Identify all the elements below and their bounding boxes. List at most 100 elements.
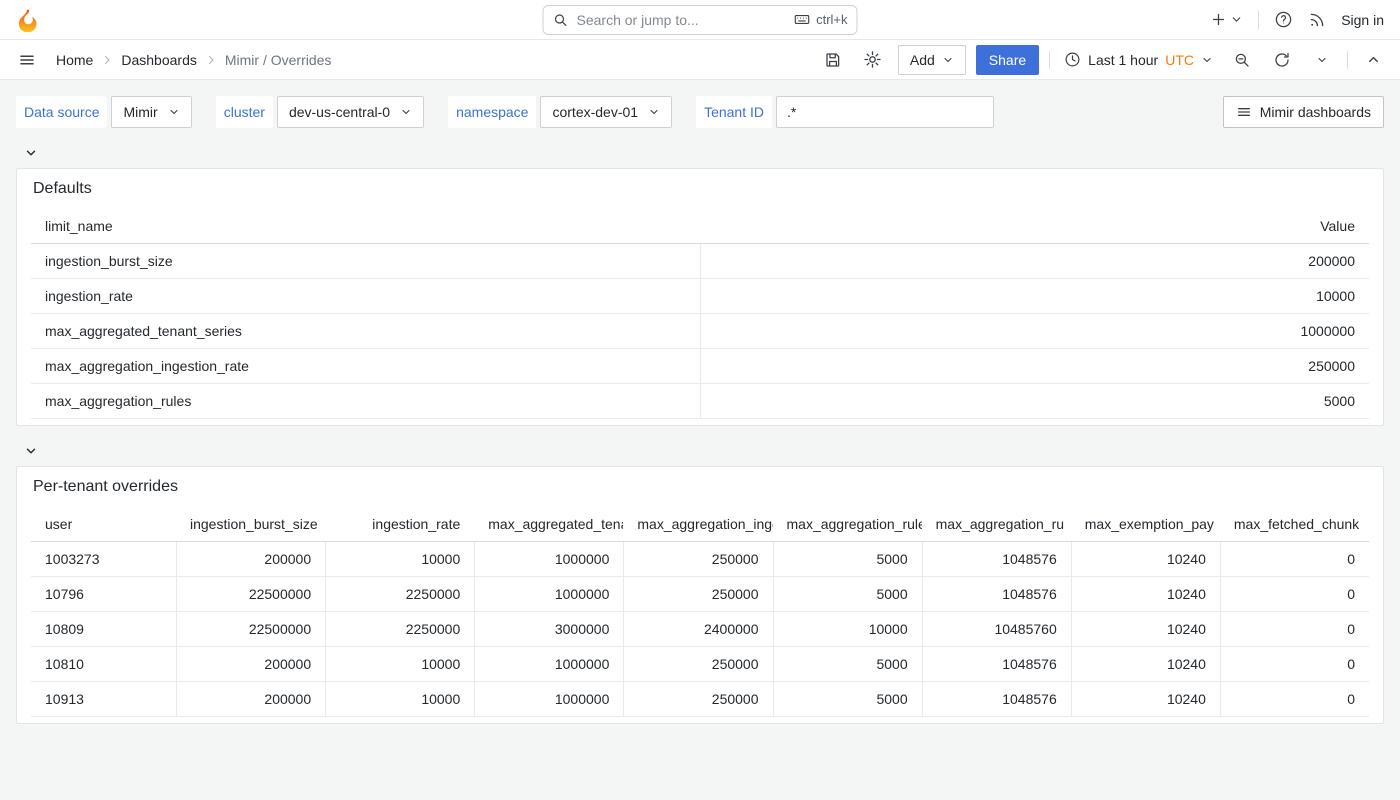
breadcrumb-dashboards[interactable]: Dashboards [121, 52, 197, 68]
dashboard-toolbar: Home Dashboards Mimir / Overrides Add Sh… [0, 40, 1400, 80]
table-cell: 1000000 [474, 577, 623, 611]
column-header-user[interactable]: user [31, 508, 176, 541]
tenant-id-input[interactable]: .* [776, 96, 994, 128]
table-cell: 0 [1220, 682, 1369, 716]
overrides-panel: Per-tenant overrides user ingestion_burs… [16, 466, 1384, 724]
table-row: max_aggregation_rules5000 [31, 384, 1369, 419]
overrides-table: user ingestion_burst_size ingestion_rate… [31, 508, 1369, 717]
menu-icon [18, 51, 36, 69]
table-cell: 3000000 [474, 612, 623, 646]
dashboard-variables-bar: Data source Mimir cluster dev-us-central… [16, 96, 1384, 128]
table-cell: 0 [1220, 542, 1369, 576]
cluster-select[interactable]: dev-us-central-0 [277, 96, 424, 128]
chevron-down-icon [24, 444, 38, 458]
news-rss-icon[interactable] [1308, 11, 1326, 29]
dashboard-settings-button[interactable] [858, 45, 888, 75]
chevron-down-icon [648, 106, 660, 118]
column-header-max-exemption-pay[interactable]: max_exemption_pay [1071, 508, 1220, 541]
refresh-interval-button[interactable] [1307, 45, 1337, 75]
chevron-down-icon [1201, 54, 1213, 66]
column-header-max-aggregated-tenant-series[interactable]: max_aggregated_tenant_series [474, 508, 623, 541]
table-cell: 1000000 [474, 647, 623, 681]
table-cell: 0 [1220, 577, 1369, 611]
table-cell: 5000 [773, 647, 922, 681]
save-dashboard-button[interactable] [818, 45, 848, 75]
time-range-label: Last 1 hour [1088, 52, 1158, 68]
column-header-max-aggregation-ingestion-rate[interactable]: max_aggregation_ingestion_rate [623, 508, 772, 541]
table-cell: 200000 [176, 647, 325, 681]
table-cell: 250000 [623, 682, 772, 716]
table-cell: 250000 [623, 577, 772, 611]
table-cell: 10000 [325, 542, 474, 576]
tenant-id-value: .* [787, 104, 796, 120]
panel-title[interactable]: Defaults [31, 176, 1369, 210]
time-zoom-out-button[interactable] [1227, 45, 1257, 75]
refresh-button[interactable] [1267, 45, 1297, 75]
column-header-limit-name[interactable]: limit_name [31, 210, 700, 243]
table-cell: max_aggregated_tenant_series [31, 314, 700, 348]
chevron-down-icon [24, 146, 38, 160]
table-cell: 2400000 [623, 612, 772, 646]
table-cell: 5000 [700, 384, 1369, 418]
mimir-dashboards-label: Mimir dashboards [1260, 104, 1371, 120]
table-cell: 10240 [1071, 542, 1220, 576]
table-row: ingestion_burst_size200000 [31, 244, 1369, 279]
table-cell: 1000000 [474, 542, 623, 576]
collapse-toolbar-button[interactable] [1358, 45, 1388, 75]
table-cell: 2250000 [325, 577, 474, 611]
chevron-down-icon [168, 106, 180, 118]
help-icon[interactable] [1274, 10, 1293, 29]
chevron-right-icon [101, 54, 113, 66]
grafana-logo-icon[interactable] [16, 8, 40, 32]
table-cell: 22500000 [176, 577, 325, 611]
panel-title[interactable]: Per-tenant overrides [31, 474, 1369, 508]
column-header-max-fetched-chunk[interactable]: max_fetched_chunk [1220, 508, 1369, 541]
datasource-value: Mimir [123, 104, 157, 120]
variable-namespace: namespace cortex-dev-01 [448, 96, 672, 128]
keyboard-icon [793, 11, 810, 28]
variable-tenant: Tenant ID .* [696, 96, 994, 128]
gear-icon [863, 50, 882, 69]
search-input[interactable]: Search or jump to... ctrl+k [543, 5, 858, 35]
breadcrumb-current: Mimir / Overrides [225, 52, 332, 68]
table-cell: 10000 [773, 612, 922, 646]
sign-in-link[interactable]: Sign in [1341, 12, 1384, 28]
column-header-max-aggregation-ru[interactable]: max_aggregation_ru [922, 508, 1071, 541]
table-cell: 22500000 [176, 612, 325, 646]
breadcrumb: Home Dashboards Mimir / Overrides [56, 52, 331, 68]
table-body: ingestion_burst_size200000ingestion_rate… [31, 244, 1369, 419]
time-range-picker[interactable]: Last 1 hour UTC [1060, 51, 1217, 68]
share-button[interactable]: Share [976, 45, 1039, 75]
table-cell: 10796 [31, 577, 176, 611]
add-button[interactable]: Add [898, 45, 966, 75]
search-shortcut: ctrl+k [793, 11, 847, 28]
table-cell: max_aggregation_rules [31, 384, 700, 418]
table-cell: 1003273 [31, 542, 176, 576]
share-button-label: Share [989, 52, 1026, 68]
table-cell: ingestion_rate [31, 279, 700, 313]
chevron-down-icon [942, 54, 954, 66]
breadcrumb-home[interactable]: Home [56, 52, 93, 68]
column-header-ingestion-burst-size[interactable]: ingestion_burst_size [176, 508, 325, 541]
save-icon [824, 51, 842, 69]
row-collapse-toggle-defaults[interactable] [24, 145, 42, 161]
column-header-max-aggregation-rules[interactable]: max_aggregation_rules [773, 508, 922, 541]
chevron-down-icon [400, 106, 412, 118]
table-cell: max_aggregation_ingestion_rate [31, 349, 700, 383]
mega-menu-button[interactable] [12, 45, 42, 75]
table-cell: 10000 [325, 647, 474, 681]
column-header-ingestion-rate[interactable]: ingestion_rate [325, 508, 474, 541]
namespace-select[interactable]: cortex-dev-01 [540, 96, 672, 128]
table-cell: 200000 [176, 542, 325, 576]
new-menu-button[interactable] [1210, 11, 1243, 28]
variable-datasource: Data source Mimir [16, 96, 192, 128]
topnav-actions: Sign in [1210, 10, 1384, 29]
column-header-value[interactable]: Value [700, 210, 1369, 243]
table-row: 1081020000010000100000025000050001048576… [31, 647, 1369, 682]
mimir-dashboards-button[interactable]: Mimir dashboards [1223, 96, 1384, 128]
row-collapse-toggle-overrides[interactable] [24, 443, 42, 459]
add-button-label: Add [910, 52, 935, 68]
table-cell: 250000 [623, 542, 772, 576]
datasource-select[interactable]: Mimir [111, 96, 191, 128]
toolbar-actions: Add Share Last 1 hour UTC [818, 45, 1388, 75]
